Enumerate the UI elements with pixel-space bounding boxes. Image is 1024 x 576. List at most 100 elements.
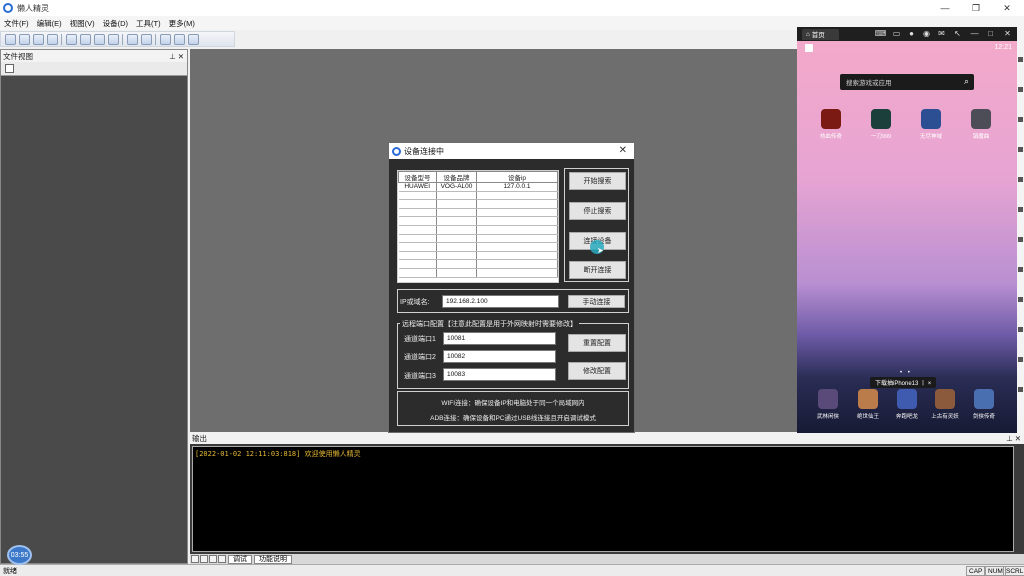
column-header-brand: 设备品牌 — [436, 171, 477, 183]
help-icon[interactable] — [187, 33, 199, 45]
manual-connect-button[interactable]: 手动连接 — [568, 295, 625, 308]
dock-app-4[interactable]: 上古有灵妖 — [926, 389, 964, 420]
dock-app-2-name: 绝世仙王 — [856, 414, 879, 420]
phone-toolbar: ⌂ 首页 ⌨ ▭ ● ◉ ✉ ↖ — □ ✕ — [797, 27, 1017, 41]
tab-nav-next-icon[interactable] — [209, 555, 217, 563]
menu-device[interactable]: 设备(D) — [99, 18, 132, 29]
close-icon[interactable]: ✕ — [1002, 28, 1013, 39]
close-button[interactable]: ✕ — [992, 0, 1022, 16]
table-row[interactable]: HUAWEI VOG-AL00 127.0.0.1 — [398, 182, 558, 192]
window-title: 懒人精灵 — [17, 3, 49, 13]
mouse-cursor: ➤ — [590, 240, 604, 255]
tab-nav-prev-icon[interactable] — [200, 555, 208, 563]
output-panel: 输出 ⊥ ✕ [2022-01-02 12:11:03:818] 欢迎使用懒人精… — [190, 432, 1024, 564]
side-tool-icon[interactable] — [1018, 297, 1023, 302]
side-tool-icon[interactable] — [1018, 327, 1023, 332]
channel-port-1-input[interactable]: 10081 — [443, 332, 556, 345]
side-tool-icon[interactable] — [1018, 57, 1023, 62]
start-search-button[interactable]: 开始搜索 — [569, 172, 626, 190]
app-logo-icon — [3, 3, 13, 13]
app-3-name: 无尽神域 — [919, 134, 942, 140]
maximize-icon[interactable]: □ — [985, 28, 996, 39]
open-folder-icon[interactable] — [18, 33, 30, 45]
cut-icon[interactable] — [93, 33, 105, 45]
device-icon[interactable] — [159, 33, 171, 45]
reset-config-button[interactable]: 重置配置 — [568, 334, 626, 352]
redo-icon[interactable] — [79, 33, 91, 45]
search-icon[interactable]: ⌕ — [964, 76, 969, 87]
dock-app-2-icon — [858, 389, 878, 409]
port-config-legend: 远程端口配置【注意此配置是用于外网映射时需要修改】 — [400, 319, 579, 329]
promo-tip[interactable]: 下载抽iPhone13 丨 × — [870, 377, 937, 388]
dialog-close-icon[interactable]: ✕ — [619, 145, 627, 156]
side-tool-icon[interactable] — [1018, 87, 1023, 92]
tab-nav-first-icon[interactable] — [191, 555, 199, 563]
copy-icon[interactable] — [107, 33, 119, 45]
side-tool-icon[interactable] — [1018, 237, 1023, 242]
menu-edit[interactable]: 编辑(E) — [33, 18, 66, 29]
new-file-icon[interactable] — [4, 33, 16, 45]
record-icon[interactable]: ◉ — [921, 28, 932, 39]
dock-app-2[interactable]: 绝世仙王 — [849, 389, 887, 420]
panel-pin-close-icon[interactable]: ⊥ ✕ — [169, 52, 184, 61]
document-icon[interactable] — [5, 64, 14, 73]
stop-search-button[interactable]: 停止搜索 — [569, 202, 626, 220]
phone-status-bar: 12:21 — [797, 41, 1017, 56]
camera-icon[interactable] — [173, 33, 185, 45]
side-tool-icon[interactable] — [1018, 177, 1023, 182]
menu-tools[interactable]: 工具(T) — [132, 18, 165, 29]
side-tool-icon[interactable] — [1018, 207, 1023, 212]
app-icon-3[interactable]: 无尽神域 — [911, 109, 951, 140]
notification-icon — [805, 44, 813, 52]
ip-input[interactable]: 192.168.2.100 — [442, 295, 559, 308]
menu-file[interactable]: 文件(F) — [0, 18, 33, 29]
menu-view[interactable]: 视图(V) — [66, 18, 99, 29]
phone-screen[interactable]: 12:21 搜索游戏或应用 ⌕ 热血传奇 一刀999 无尽神域 镇魔曲 • • … — [797, 41, 1017, 433]
disconnect-button[interactable]: 断开连接 — [569, 261, 626, 279]
maximize-button[interactable]: ❐ — [961, 0, 991, 16]
menu-more[interactable]: 更多(M) — [165, 18, 199, 29]
app-icon-2[interactable]: 一刀999 — [861, 109, 901, 140]
tab-home-label: 首页 — [811, 32, 825, 39]
channel-port-2-input[interactable]: 10082 — [443, 350, 556, 363]
save-all-icon[interactable] — [46, 33, 58, 45]
side-tool-icon[interactable] — [1018, 387, 1023, 392]
table-row — [398, 234, 558, 244]
dock-app-3[interactable]: 奔跑吧龙 — [888, 389, 926, 420]
app-2-icon — [871, 109, 891, 129]
dock-app-5[interactable]: 剑侠传奇 — [965, 389, 1003, 420]
minimize-icon[interactable]: — — [969, 28, 980, 39]
app-icon-1[interactable]: 热血传奇 — [811, 109, 851, 140]
side-tool-icon[interactable] — [1018, 357, 1023, 362]
screenshot-icon[interactable] — [126, 33, 138, 45]
status-ready: 就绪 — [3, 567, 17, 575]
save-icon[interactable] — [32, 33, 44, 45]
tab-nav-last-icon[interactable] — [218, 555, 226, 563]
gamepad-icon[interactable]: ⌨ — [875, 28, 887, 39]
output-title: 输出 — [192, 433, 207, 443]
modify-config-button[interactable]: 修改配置 — [568, 362, 626, 380]
dock-app-1[interactable]: 武林闲侠 — [809, 389, 847, 420]
app-logo-icon — [392, 146, 401, 156]
recording-timer[interactable]: 03:55 — [7, 545, 32, 565]
tab-home[interactable]: ⌂ 首页 — [802, 28, 839, 40]
app-search-bar[interactable]: 搜索游戏或应用 ⌕ — [840, 74, 974, 90]
output-header: 输出 ⊥ ✕ — [190, 432, 1024, 444]
channel-port-3-input[interactable]: 10083 — [443, 368, 556, 381]
mail-icon[interactable]: ✉ — [936, 28, 947, 39]
app-icon-4[interactable]: 镇魔曲 — [961, 109, 1001, 140]
output-pin-close-icon[interactable]: ⊥ ✕ — [1006, 434, 1021, 443]
screen-icon[interactable]: ▭ — [891, 28, 902, 39]
tab-debug[interactable]: 调试 — [228, 554, 252, 564]
undo-icon[interactable] — [65, 33, 77, 45]
minimize-button[interactable]: — — [930, 0, 960, 16]
window-icon[interactable] — [140, 33, 152, 45]
connection-notes: WIFI连接：确保设备IP和电脑处于同一个局域网内 ADB连接：确保设备和PC通… — [397, 391, 629, 426]
user-icon[interactable]: ● — [906, 28, 917, 39]
side-tool-icon[interactable] — [1018, 267, 1023, 272]
app-4-icon — [971, 109, 991, 129]
tab-feature-info[interactable]: 功能说明 — [254, 554, 292, 564]
side-tool-icon[interactable] — [1018, 147, 1023, 152]
arrow-icon[interactable]: ↖ — [952, 28, 963, 39]
side-tool-icon[interactable] — [1018, 117, 1023, 122]
